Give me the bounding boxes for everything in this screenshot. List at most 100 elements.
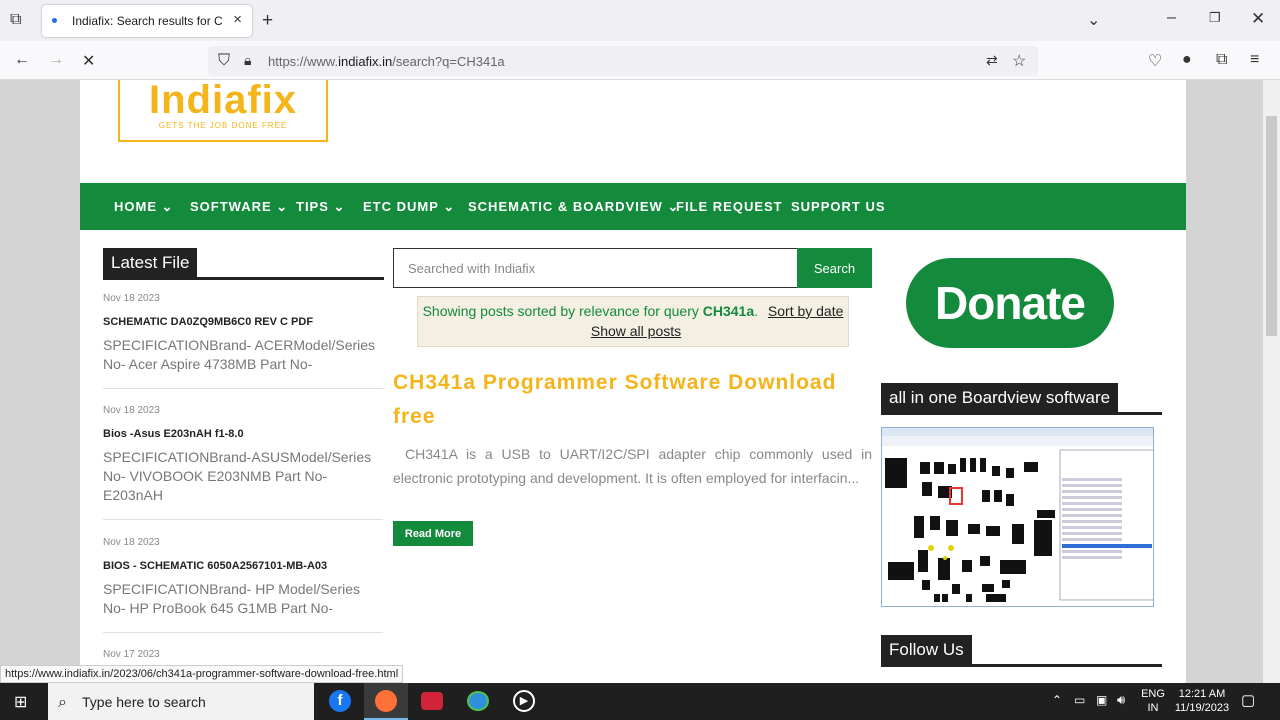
site-logo[interactable]: Indiafix GETS THE JOB DONE FREE bbox=[118, 80, 328, 142]
windows-start-icon[interactable]: ⊞ bbox=[14, 692, 27, 712]
restore-icon[interactable]: ❐ bbox=[1209, 10, 1221, 26]
boardview-illustration bbox=[882, 428, 1153, 602]
active-tab[interactable]: Indiafix: Search results for CH341a × bbox=[42, 5, 252, 37]
new-tab-icon[interactable]: + bbox=[262, 10, 273, 32]
search-button[interactable]: Search bbox=[797, 248, 872, 288]
boardview-screenshot-image[interactable] bbox=[881, 427, 1154, 607]
browser-tab-bar: ⧉ Indiafix: Search results for CH341a × … bbox=[0, 0, 1280, 41]
back-icon[interactable]: ← bbox=[14, 51, 30, 69]
menu-item-etc-dump[interactable]: ETC DUMP ⌄ bbox=[363, 199, 455, 215]
menu-item-software[interactable]: SOFTWARE ⌄ bbox=[190, 199, 288, 215]
minimize-icon[interactable]: – bbox=[1167, 9, 1176, 27]
url-text[interactable]: https://www.indiafix.in/search?q=CH341a bbox=[268, 54, 505, 69]
chevron-down-icon: ⌄ bbox=[276, 199, 289, 214]
region-code: IN bbox=[1147, 702, 1159, 714]
latest-file-heading-text: Latest File bbox=[103, 248, 198, 277]
taskbar-search-placeholder: Type here to search bbox=[82, 694, 206, 710]
link-status-bar: https://www.indiafix.in/2023/06/ch341a-p… bbox=[0, 665, 404, 683]
post-title-link[interactable]: Bios -Asus E203nAH f1-8.0 bbox=[103, 428, 383, 440]
battery-icon[interactable]: ▭ bbox=[1074, 693, 1085, 707]
divider bbox=[103, 519, 383, 520]
chevron-up-icon[interactable]: ⌃ bbox=[1052, 693, 1062, 707]
show-all-posts-link[interactable]: Show all posts bbox=[591, 323, 681, 339]
volume-icon[interactable]: 🔊︎ bbox=[1117, 692, 1125, 708]
network-icon[interactable]: ▣ bbox=[1096, 693, 1107, 707]
lock-icon[interactable]: 🔒︎ bbox=[244, 52, 251, 69]
article-title-link[interactable]: CH341a Programmer Software Download free bbox=[393, 366, 853, 434]
follow-us-heading: Follow Us bbox=[881, 635, 1162, 667]
scrollbar-thumb[interactable] bbox=[1266, 116, 1277, 336]
tab-loading-icon bbox=[52, 18, 57, 23]
status-text: Showing posts sorted by relevance for qu… bbox=[422, 303, 703, 319]
browser-toolbar: ← → ✕ ⛉ 🔒︎ https://www.indiafix.in/searc… bbox=[0, 41, 1280, 80]
menu-item-support-us[interactable]: SUPPORT US bbox=[791, 199, 886, 214]
search-input[interactable] bbox=[394, 249, 796, 287]
tab-list-icon[interactable]: ⧉ bbox=[10, 11, 21, 29]
post-date: Nov 18 2023 bbox=[103, 405, 160, 416]
list-item: Nov 18 2023 Bios -Asus E203nAH f1-8.0 SP… bbox=[103, 405, 383, 520]
app-icon[interactable] bbox=[467, 691, 489, 711]
donate-button[interactable]: Donate bbox=[906, 258, 1114, 348]
post-date: Nov 18 2023 bbox=[103, 293, 160, 304]
chevron-down-icon: ⌄ bbox=[443, 199, 456, 214]
language-code: ENG bbox=[1141, 688, 1165, 700]
main-menu: HOME ⌄ SOFTWARE ⌄ TIPS ⌄ ETC DUMP ⌄ SCHE… bbox=[80, 183, 1186, 230]
forward-icon[interactable]: → bbox=[48, 51, 64, 69]
web-page: Indiafix GETS THE JOB DONE FREE HOME ⌄ S… bbox=[80, 80, 1186, 683]
search-form: Search bbox=[393, 248, 872, 288]
list-item: Nov 18 2023 BIOS - SCHEMATIC 6050A256710… bbox=[103, 537, 383, 633]
media-player-icon[interactable]: ▶ bbox=[513, 690, 535, 712]
taskbar-search[interactable]: ⌕ Type here to search bbox=[48, 683, 314, 720]
clock-date: 11/19/2023 bbox=[1174, 702, 1230, 714]
menu-item-schematic[interactable]: SCHEMATIC & BOARDVIEW ⌄ bbox=[468, 199, 679, 215]
bookmark-star-icon[interactable]: ☆ bbox=[1012, 51, 1026, 71]
menu-item-file-request[interactable]: FILE REQUEST bbox=[676, 199, 783, 214]
boardview-heading: all in one Boardview software bbox=[881, 383, 1162, 415]
close-tab-icon[interactable]: × bbox=[233, 11, 242, 28]
language-indicator[interactable]: ENG IN bbox=[1140, 687, 1166, 715]
post-date: Nov 18 2023 bbox=[103, 537, 160, 548]
extensions-icon[interactable]: ⧉ bbox=[1216, 51, 1227, 69]
search-status-message: Showing posts sorted by relevance for qu… bbox=[417, 296, 849, 347]
post-excerpt: SPECIFICATIONBrand- ACERModel/Series No-… bbox=[103, 337, 376, 372]
shield-icon[interactable]: ⛉ bbox=[218, 52, 230, 70]
clock[interactable]: 12:21 AM 11/19/2023 bbox=[1170, 687, 1234, 715]
chevron-down-icon: ⌄ bbox=[161, 199, 174, 214]
post-title-link[interactable]: SCHEMATIC DA0ZQ9MB6C0 REV C PDF bbox=[103, 316, 383, 328]
firefox-icon bbox=[375, 690, 397, 712]
sort-by-date-link[interactable]: Sort by date bbox=[768, 303, 844, 319]
list-item: Nov 18 2023 SCHEMATIC DA0ZQ9MB6C0 REV C … bbox=[103, 293, 383, 389]
status-suffix: . bbox=[754, 303, 759, 319]
recorder-icon[interactable] bbox=[421, 692, 443, 710]
page-viewport: Indiafix GETS THE JOB DONE FREE HOME ⌄ S… bbox=[0, 80, 1263, 683]
post-excerpt: SPECIFICATIONBrand-ASUSModel/Series No- … bbox=[103, 449, 372, 503]
translate-icon[interactable]: ⇄ bbox=[986, 52, 998, 69]
menu-item-tips[interactable]: TIPS ⌄ bbox=[296, 199, 345, 215]
account-icon[interactable]: ● bbox=[1182, 51, 1192, 69]
chevron-down-icon[interactable]: ⌄ bbox=[1087, 10, 1100, 30]
tab-title: Indiafix: Search results for CH341a bbox=[72, 14, 222, 28]
logo-name: Indiafix bbox=[148, 80, 298, 122]
address-bar[interactable]: ⛉ 🔒︎ https://www.indiafix.in/search?q=CH… bbox=[208, 46, 1038, 76]
article-excerpt: CH341A is a USB to UART/I2C/SPI adapter … bbox=[393, 446, 872, 486]
post-title-link[interactable]: BIOS - SCHEMATIC 6050A2567101-MB-A03 bbox=[103, 560, 383, 572]
post-excerpt: SPECIFICATIONBrand- HP Model/Series No- … bbox=[103, 581, 361, 616]
page-scrollbar[interactable] bbox=[1263, 80, 1280, 683]
read-more-button[interactable]: Read More bbox=[393, 521, 473, 546]
menu-item-home[interactable]: HOME ⌄ bbox=[114, 199, 174, 215]
latest-file-heading: Latest File bbox=[103, 248, 384, 280]
follow-us-heading-text: Follow Us bbox=[881, 635, 972, 664]
taskbar-firefox[interactable] bbox=[364, 683, 408, 720]
pocket-icon[interactable]: ♡ bbox=[1148, 51, 1162, 71]
stop-loading-icon[interactable]: ✕ bbox=[82, 51, 95, 71]
menu-icon[interactable]: ≡ bbox=[1250, 51, 1259, 69]
windows-taskbar: ⊞ ⌕ Type here to search f ▶ ⌃ ▭ ▣ 🔊︎ ENG… bbox=[0, 683, 1280, 720]
notifications-icon[interactable]: ▢ bbox=[1241, 691, 1255, 709]
close-window-icon[interactable]: ✕ bbox=[1251, 9, 1265, 29]
clock-time: 12:21 AM bbox=[1178, 688, 1226, 700]
list-item: Nov 17 2023 bbox=[103, 649, 383, 660]
search-icon: ⌕ bbox=[58, 694, 67, 711]
facebook-icon[interactable]: f bbox=[329, 690, 351, 712]
divider bbox=[103, 388, 383, 389]
chevron-down-icon: ⌄ bbox=[333, 199, 346, 214]
